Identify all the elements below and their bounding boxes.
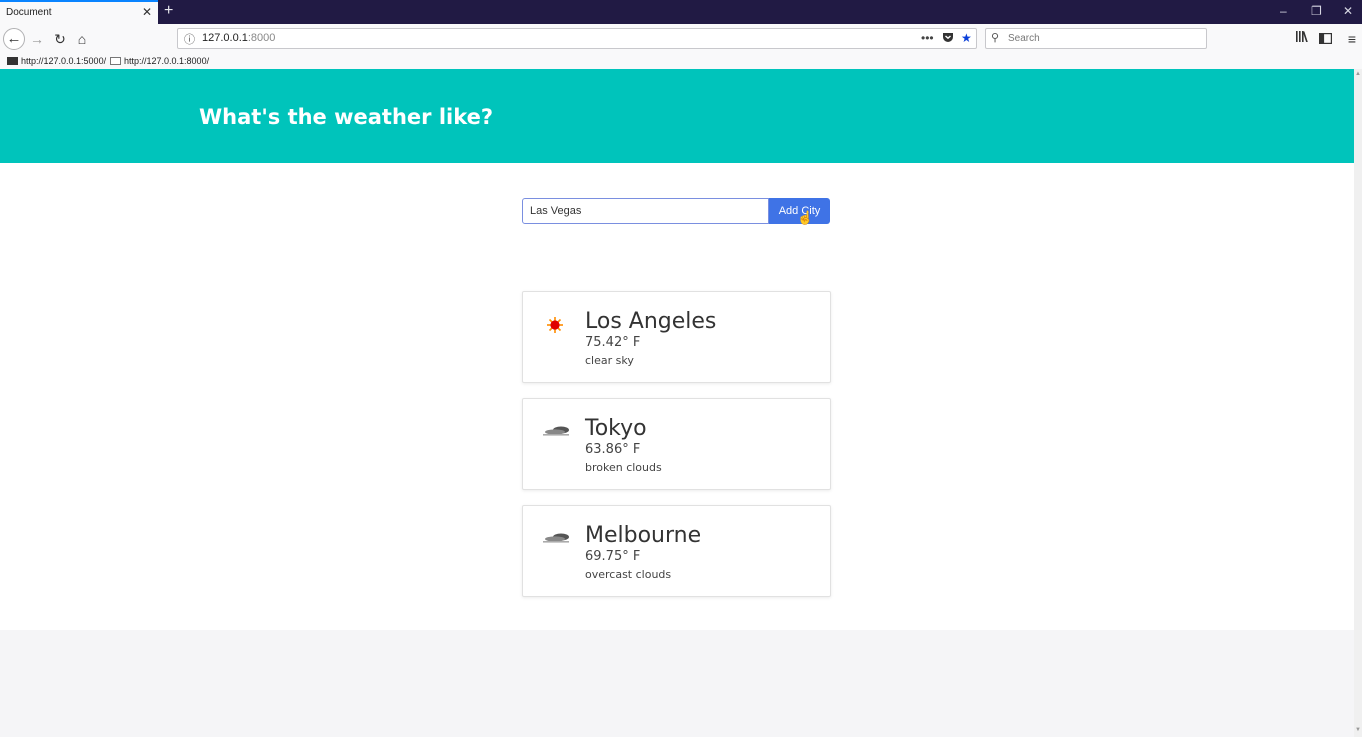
weather-card: Melbourne 69.75° F overcast clouds <box>522 505 831 597</box>
scroll-up-icon[interactable]: ▲ <box>1355 71 1361 77</box>
back-icon[interactable]: ← <box>3 28 25 50</box>
weather-description: clear sky <box>585 354 634 367</box>
tab-title: Document <box>6 7 52 18</box>
tab-bar: Document ✕ + – ❐ ✕ <box>0 0 1362 24</box>
sidebar-icon[interactable] <box>1316 30 1334 48</box>
bookmark-item[interactable]: http://127.0.0.1:8000/ <box>110 56 209 66</box>
url-bar[interactable]: ⓘ 127.0.0.1:8000 ••• ★ <box>177 28 977 49</box>
city-input[interactable] <box>522 198 769 224</box>
page-title: What's the weather like? <box>199 105 494 129</box>
search-placeholder: Search <box>1008 33 1040 44</box>
page-content: What's the weather like? Add City ☝ Los … <box>0 69 1354 737</box>
restore-button[interactable]: ❐ <box>1311 4 1322 18</box>
url-text: 127.0.0.1:8000 <box>202 32 276 44</box>
weather-description: overcast clouds <box>585 568 672 581</box>
vertical-scrollbar[interactable]: ▲ ▼ <box>1354 69 1362 737</box>
close-window-button[interactable]: ✕ <box>1343 4 1353 18</box>
scroll-down-icon[interactable]: ▼ <box>1355 727 1361 733</box>
menu-icon[interactable]: ≡ <box>1343 30 1361 48</box>
search-box[interactable]: ⚲ Search <box>985 28 1207 49</box>
tab-close-icon[interactable]: ✕ <box>142 5 152 19</box>
page-footer <box>0 630 1354 737</box>
cloud-icon <box>541 421 571 443</box>
city-temperature: 75.42° F <box>585 335 641 350</box>
bookmarks-bar: http://127.0.0.1:5000/ http://127.0.0.1:… <box>0 54 1362 69</box>
weather-description: broken clouds <box>585 461 662 474</box>
tab-document[interactable]: Document ✕ <box>0 0 158 24</box>
hand-cursor-icon: ☝ <box>797 210 814 225</box>
home-icon[interactable]: ⌂ <box>73 30 91 48</box>
city-temperature: 63.86° F <box>585 442 641 457</box>
city-name: Tokyo <box>585 416 647 441</box>
sun-icon <box>541 314 571 336</box>
minimize-button[interactable]: – <box>1280 4 1287 18</box>
more-icon[interactable]: ••• <box>921 31 934 45</box>
page-icon <box>110 57 121 65</box>
city-temperature: 69.75° F <box>585 549 641 564</box>
forward-icon[interactable]: → <box>28 30 46 48</box>
pocket-icon[interactable] <box>942 31 954 46</box>
nav-toolbar: ← → ↻ ⌂ ⓘ 127.0.0.1:8000 ••• ★ ⚲ Search … <box>0 24 1362 54</box>
terminal-icon <box>7 57 18 65</box>
city-name: Los Angeles <box>585 309 717 334</box>
reload-icon[interactable]: ↻ <box>51 30 69 48</box>
info-icon[interactable]: ⓘ <box>184 31 195 47</box>
new-tab-button[interactable]: + <box>164 2 173 20</box>
library-icon[interactable] <box>1293 30 1311 48</box>
weather-card: Los Angeles 75.42° F clear sky <box>522 291 831 383</box>
bookmark-item[interactable]: http://127.0.0.1:5000/ <box>7 56 106 66</box>
star-icon[interactable]: ★ <box>961 31 972 45</box>
hero-banner: What's the weather like? <box>0 69 1354 163</box>
search-icon: ⚲ <box>991 32 1000 44</box>
city-name: Melbourne <box>585 523 702 548</box>
weather-card: Tokyo 63.86° F broken clouds <box>522 398 831 490</box>
cloud-icon <box>541 528 571 550</box>
